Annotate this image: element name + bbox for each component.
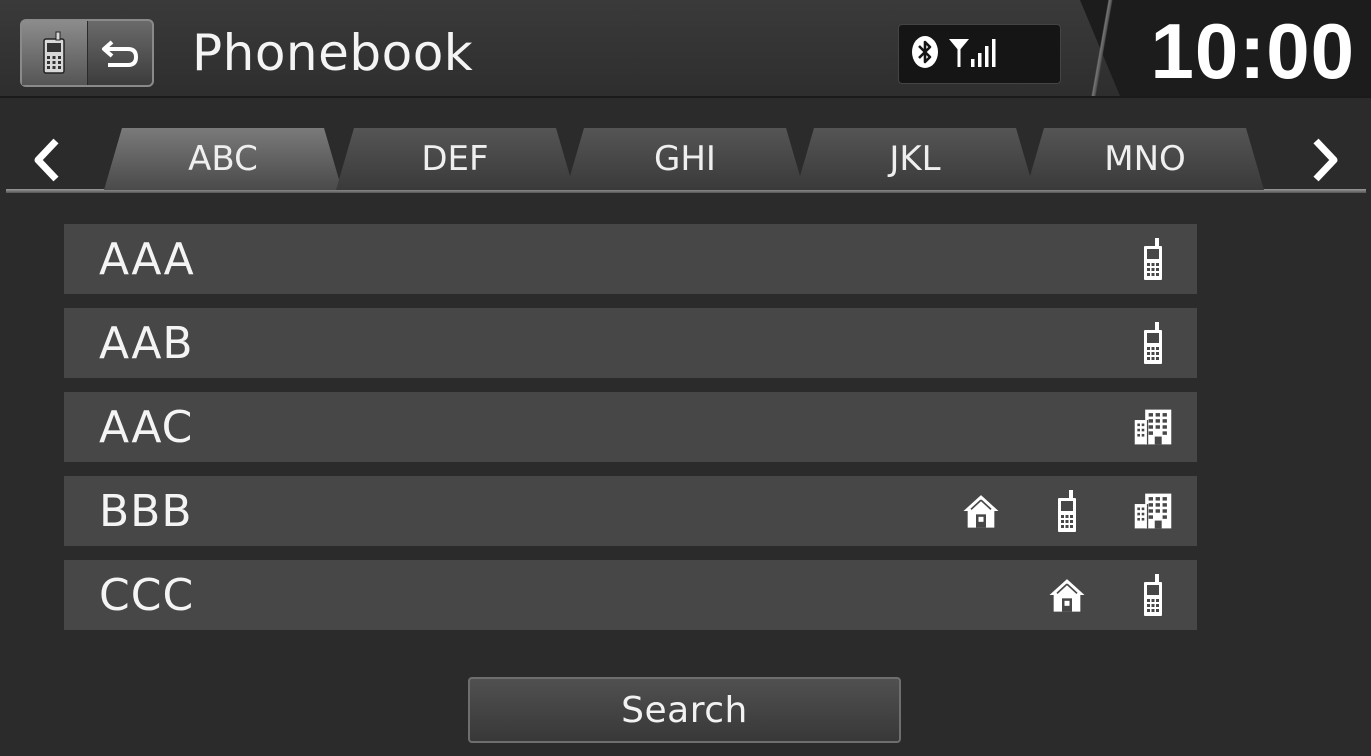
- phonebook-screen: Phonebook 10:00 ABC DEF GHI JKL MNO AAA …: [0, 0, 1371, 756]
- chevron-left-icon: [34, 138, 59, 182]
- home-icon: [961, 486, 1001, 536]
- connection-status: [898, 24, 1061, 84]
- mobile-phone-icon: [1133, 570, 1173, 620]
- contact-row-bbb[interactable]: BBB: [64, 476, 1197, 546]
- bluetooth-icon: [911, 35, 939, 73]
- contact-name: CCC: [99, 569, 195, 621]
- search-button[interactable]: Search: [468, 677, 901, 743]
- contact-name: BBB: [99, 485, 193, 537]
- mobile-phone-icon: [1047, 486, 1087, 536]
- alphabet-tab-bar: ABC DEF GHI JKL MNO: [0, 120, 1371, 200]
- next-tabs-button[interactable]: [1300, 132, 1350, 188]
- mobile-phone-icon: [1133, 318, 1173, 368]
- office-building-icon: [1133, 402, 1173, 452]
- header-bar: Phonebook 10:00: [0, 0, 1371, 98]
- chevron-right-icon: [1313, 138, 1338, 182]
- office-building-icon: [1133, 486, 1173, 536]
- mobile-phone-icon: [22, 21, 88, 85]
- previous-tabs-button[interactable]: [22, 132, 72, 188]
- tab-abc[interactable]: ABC: [104, 128, 342, 190]
- page-title: Phonebook: [192, 24, 474, 82]
- tab-ghi[interactable]: GHI: [566, 128, 804, 190]
- tab-jkl[interactable]: JKL: [796, 128, 1034, 190]
- home-icon: [1047, 570, 1087, 620]
- contact-row-aac[interactable]: AAC: [64, 392, 1197, 462]
- contact-name: AAB: [99, 317, 194, 369]
- mobile-phone-icon: [1133, 234, 1173, 284]
- contact-row-aaa[interactable]: AAA: [64, 224, 1197, 294]
- tab-def[interactable]: DEF: [336, 128, 574, 190]
- signal-strength-icon: [947, 35, 999, 73]
- contact-row-ccc[interactable]: CCC: [64, 560, 1197, 630]
- phone-back-button[interactable]: [20, 19, 154, 87]
- contact-name: AAC: [99, 401, 194, 453]
- clock-divider: [1080, 0, 1124, 96]
- back-arrow-icon: [88, 21, 153, 85]
- tab-mno[interactable]: MNO: [1026, 128, 1264, 190]
- contact-list: AAA AAB AAC BBB CCC: [64, 224, 1197, 644]
- contact-name: AAA: [99, 233, 195, 285]
- contact-row-aab[interactable]: AAB: [64, 308, 1197, 378]
- clock-time: 10:00: [1150, 7, 1355, 95]
